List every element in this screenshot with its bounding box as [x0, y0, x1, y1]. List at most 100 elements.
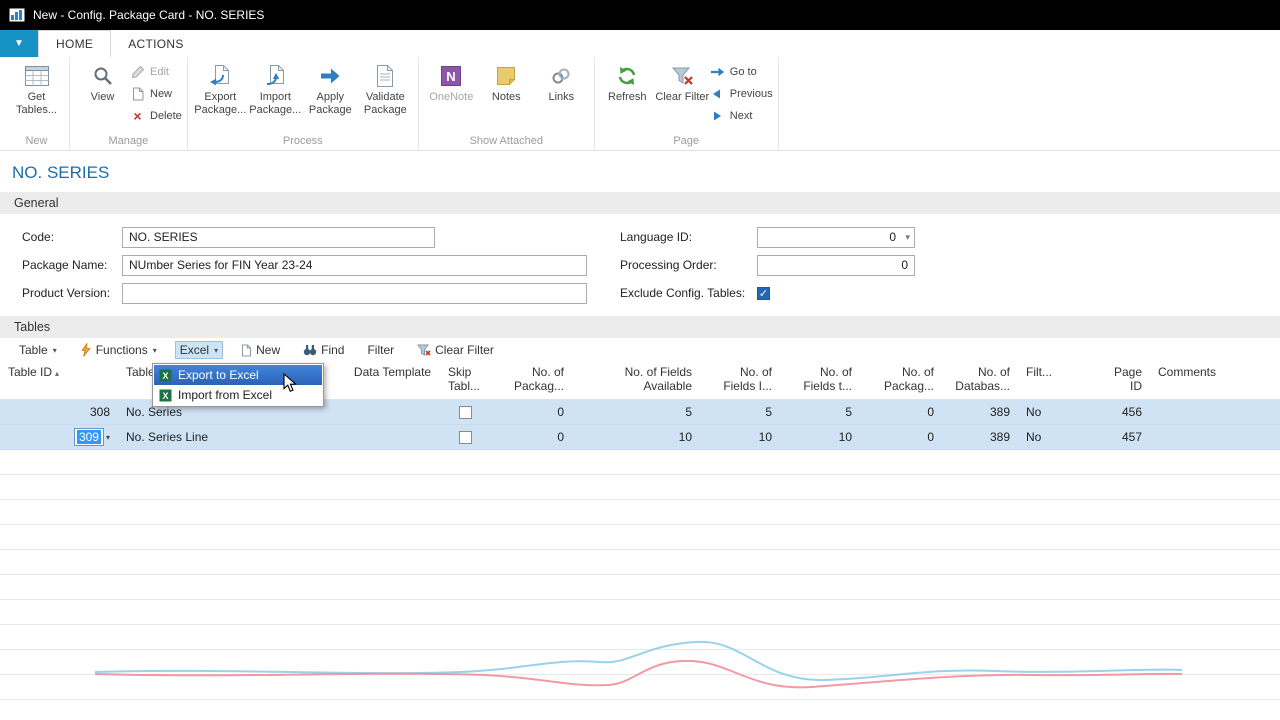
links-button[interactable]: Links [534, 58, 589, 104]
ribbon-group-label-manage: Manage [108, 135, 149, 147]
table-row[interactable]: 309 ▾ No. Series Line 0 10 10 10 0 389 N… [0, 425, 1280, 450]
functions-menu-button[interactable]: Functions ▾ [75, 341, 162, 359]
code-input[interactable] [122, 226, 435, 248]
ribbon-group-show-attached: N OneNote Notes Links Show Attached [419, 57, 595, 150]
cell-table-id: 309 ▾ [0, 425, 118, 449]
column-header-fields-available[interactable]: No. of Fields Available [572, 362, 700, 399]
processing-order-input[interactable] [757, 254, 915, 276]
window-title: New - Config. Package Card - NO. SERIES [33, 8, 265, 22]
exclude-config-tables-label: Exclude Config. Tables: [620, 286, 746, 300]
exclude-config-tables-checkbox[interactable]: ✓ [757, 286, 770, 300]
cell-page-id: 456 [1121, 405, 1142, 419]
skip-table-checkbox[interactable] [458, 405, 472, 419]
cell-skip-table [440, 425, 490, 449]
onenote-button[interactable]: N OneNote [424, 58, 479, 104]
edit-label: Edit [150, 65, 169, 78]
cell-no-of-package: 0 [557, 430, 564, 444]
previous-icon [710, 88, 725, 100]
column-header-no-of-package[interactable]: No. of Packag... [490, 362, 572, 399]
grid-clear-filter-button[interactable]: Clear Filter [412, 341, 499, 359]
column-header-package-records[interactable]: No. of Packag... [860, 362, 942, 399]
column-header-filtered[interactable]: Filt... [1018, 362, 1095, 399]
cell-data-template [345, 400, 440, 424]
grid-find-button[interactable]: Find [298, 341, 349, 359]
onenote-icon: N [440, 61, 462, 91]
column-header-database-records[interactable]: No. of Databas... [942, 362, 1018, 399]
next-button[interactable]: Next [710, 108, 773, 123]
grid-filter-button[interactable]: Filter [362, 341, 399, 359]
app-menu-button[interactable]: ▼ [0, 30, 38, 57]
view-button[interactable]: View [75, 58, 130, 104]
view-label: View [90, 91, 115, 103]
column-header-page-id[interactable]: Page ID [1095, 362, 1150, 399]
chevron-down-icon[interactable]: ▾ [106, 433, 110, 442]
cell-fields-available: 10 [678, 430, 692, 444]
binoculars-icon [303, 344, 317, 356]
cell-comments [1150, 400, 1280, 424]
language-id-input[interactable] [757, 226, 915, 248]
cell-fields-to: 10 [838, 430, 852, 444]
chevron-down-icon: ▾ [214, 345, 219, 355]
clear-filter-label: Clear Filter [655, 91, 710, 103]
tab-actions[interactable]: ACTIONS [111, 30, 200, 57]
refresh-button[interactable]: Refresh [600, 58, 655, 104]
table-id-selected-text: 309 [76, 430, 101, 444]
language-id-combobox[interactable]: ▾ [757, 226, 915, 248]
cell-skip-table [440, 400, 490, 424]
edit-button[interactable]: Edit [130, 64, 182, 79]
clear-filter-button[interactable]: Clear Filter [655, 58, 710, 104]
excel-menu-button[interactable]: Excel ▾ [174, 341, 224, 359]
refresh-icon [615, 61, 639, 91]
column-header-fields-to[interactable]: No. of Fields t... [780, 362, 860, 399]
menu-item-export-to-excel[interactable]: X Export to Excel [154, 365, 322, 385]
grid-new-button[interactable]: New [236, 341, 285, 359]
chevron-down-icon[interactable]: ▾ [905, 232, 910, 243]
import-package-label: Import Package... [249, 91, 302, 116]
delete-button[interactable]: × Delete [130, 108, 181, 123]
apply-package-button[interactable]: Apply Package [303, 58, 358, 117]
new-button[interactable]: New [130, 86, 182, 101]
ribbon-group-label-process: Process [282, 135, 323, 147]
export-package-button[interactable]: Export Package... [193, 58, 248, 117]
cell-comments [1150, 425, 1280, 449]
excel-icon: X [159, 369, 172, 382]
validate-package-button[interactable]: Validate Package [358, 58, 413, 117]
tables-grid: Table ID ▴ Table Data Template Skip Tabl.… [0, 362, 1280, 720]
ribbon: Get Tables... New View Edit New × Delete… [0, 57, 1280, 151]
menu-item-label: Export to Excel [178, 368, 259, 382]
get-tables-button[interactable]: Get Tables... [9, 58, 64, 117]
notes-label: Notes [491, 91, 521, 103]
cell-filtered: No [1026, 405, 1042, 419]
table-menu-button[interactable]: Table ▾ [14, 341, 62, 359]
clear-filter-icon [670, 61, 694, 91]
previous-button[interactable]: Previous [710, 86, 773, 101]
table-id-editor[interactable]: 309 ▾ [73, 428, 110, 446]
column-header-fields-included[interactable]: No. of Fields I... [700, 362, 780, 399]
product-version-label: Product Version: [22, 286, 111, 300]
ribbon-group-page: Refresh Clear Filter Go to Previous Next… [595, 57, 779, 150]
cell-data-template [345, 425, 440, 449]
menu-item-import-from-excel[interactable]: X Import from Excel [154, 385, 322, 405]
new-document-icon [130, 87, 145, 101]
column-header-comments[interactable]: Comments [1150, 362, 1280, 399]
code-label: Code: [22, 230, 55, 244]
links-label: Links [548, 91, 575, 103]
product-version-input[interactable] [122, 282, 587, 304]
previous-label: Previous [729, 87, 773, 100]
goto-button[interactable]: Go to [710, 64, 773, 79]
column-header-table-id[interactable]: Table ID ▴ [0, 362, 118, 399]
skip-table-checkbox[interactable] [458, 430, 472, 444]
column-header-data-template[interactable]: Data Template [345, 362, 440, 399]
column-header-skip-table[interactable]: Skip Tabl... [440, 362, 490, 399]
tab-home[interactable]: HOME [38, 30, 112, 57]
excel-dropdown-menu: X Export to Excel X Import from Excel [152, 363, 324, 407]
links-icon [550, 61, 572, 91]
page-title: NO. SERIES [12, 163, 110, 182]
functions-menu-label: Functions [95, 343, 148, 357]
import-package-button[interactable]: Import Package... [248, 58, 303, 117]
tables-section-header[interactable]: Tables [0, 316, 1280, 338]
general-section-header[interactable]: General [0, 192, 1280, 214]
package-name-input[interactable] [122, 254, 587, 276]
onenote-label: OneNote [429, 91, 474, 103]
notes-button[interactable]: Notes [479, 58, 534, 104]
